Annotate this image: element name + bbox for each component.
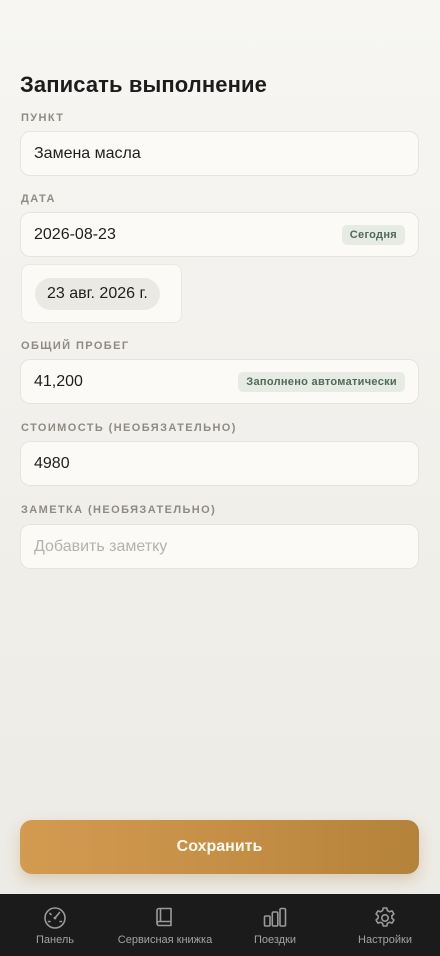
cost-field[interactable]: 4980 [20,441,419,486]
date-label: Дата [21,193,56,205]
gear-icon [375,907,395,927]
today-badge[interactable]: Сегодня [341,224,405,245]
tab-service-book[interactable]: Сервисная книжка [110,894,220,956]
note-placeholder: Добавить заметку [34,537,168,555]
odometer-label: Общий пробег [21,340,130,352]
book-icon [156,907,172,927]
note-label: Заметка (необязательно) [21,504,217,516]
tab-bar: Панель Сервисная книжка Поездки Настройк… [0,894,440,956]
cost-value: 4980 [34,454,70,472]
tab-settings-label: Настройки [358,934,412,946]
item-label: Пункт [21,112,65,124]
odometer-value: 41,200 [34,372,83,390]
tab-trips-label: Поездки [253,934,297,946]
item-field[interactable]: Замена масла [20,131,419,176]
bar-chart-icon [263,907,287,927]
item-value: Замена масла [34,144,141,162]
save-button[interactable]: Сохранить [20,820,419,874]
date-picker-button[interactable]: 23 авг. 2026 г. [35,277,160,310]
note-field[interactable]: Добавить заметку [20,524,419,569]
date-field[interactable]: 2026-08-23 Сегодня [20,212,419,257]
page-title: Записать выполнение [20,72,267,97]
tab-dashboard-label: Панель [35,934,74,946]
date-value: 2026-08-23 [34,225,116,243]
tab-service-book-label: Сервисная книжка [117,934,213,946]
odometer-field[interactable]: 41,200 Заполнено автоматически [20,359,419,404]
gauge-icon [44,907,66,929]
tab-settings[interactable]: Настройки [330,894,440,956]
tab-trips[interactable]: Поездки [220,894,330,956]
date-picker: 23 авг. 2026 г. [21,264,182,323]
cost-label: Стоимость (необязательно) [21,422,237,434]
tab-dashboard[interactable]: Панель [0,894,110,956]
autofilled-badge: Заполнено автоматически [238,371,405,392]
